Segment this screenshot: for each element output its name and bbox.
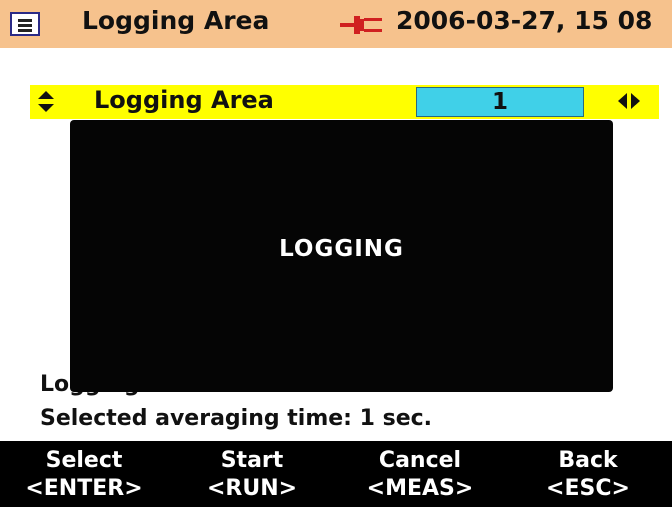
- softkey-label: Back: [558, 448, 618, 473]
- setting-label: Logging Area: [94, 86, 274, 114]
- softkey-key: <ESC>: [546, 476, 630, 501]
- averaging-time-text: Selected averaging time: 1 sec.: [40, 406, 433, 431]
- setting-row-logging-area[interactable]: Logging Area 1: [30, 85, 659, 119]
- datetime-display: 2006-03-27, 15 08: [396, 6, 653, 35]
- screen-title: Logging Area: [82, 6, 270, 35]
- select-softkey[interactable]: Select <ENTER>: [0, 441, 168, 507]
- softkey-key: <ENTER>: [25, 476, 143, 501]
- logging-status-text: LOGGING: [279, 236, 404, 262]
- start-softkey[interactable]: Start <RUN>: [168, 441, 336, 507]
- softkey-key: <MEAS>: [366, 476, 474, 501]
- menu-icon[interactable]: [10, 12, 40, 36]
- back-softkey[interactable]: Back <ESC>: [504, 441, 672, 507]
- softkey-label: Select: [45, 448, 123, 473]
- logging-overlay: LOGGING: [70, 120, 613, 392]
- softkey-label: Cancel: [378, 448, 462, 473]
- softkey-bar: Select <ENTER> Start <RUN> Cancel <MEAS>…: [0, 441, 672, 507]
- softkey-label: Start: [220, 448, 284, 473]
- softkey-key: <RUN>: [206, 476, 298, 501]
- header-bar: Logging Area 2006-03-27, 15 08: [0, 0, 672, 48]
- setting-value-field[interactable]: 1: [416, 87, 584, 117]
- up-down-arrows-icon: [38, 91, 54, 112]
- cancel-softkey[interactable]: Cancel <MEAS>: [336, 441, 504, 507]
- plug-icon: [340, 16, 382, 34]
- left-right-arrows-icon: [618, 93, 640, 109]
